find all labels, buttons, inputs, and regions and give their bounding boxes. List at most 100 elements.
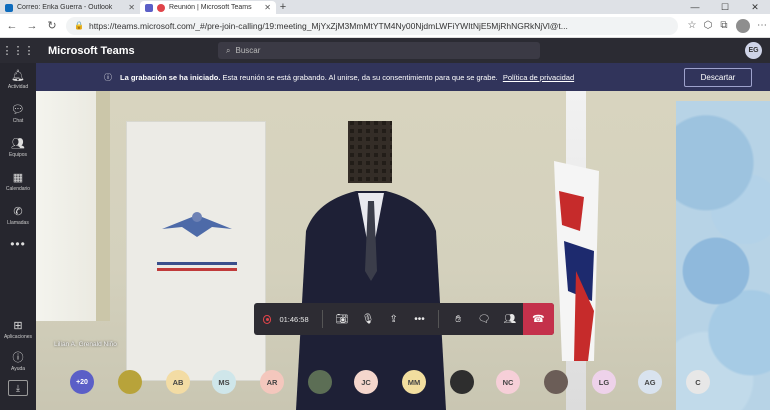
teams-icon: 👥︎: [11, 138, 25, 150]
rail-label: Aplicaciones: [3, 334, 33, 340]
privacy-link[interactable]: Política de privacidad: [503, 73, 574, 82]
info-icon: ⓘ: [104, 72, 112, 82]
more-apps-button[interactable]: •••: [0, 233, 36, 255]
camera-off-icon[interactable]: 📷︎: [329, 305, 355, 333]
back-icon[interactable]: ←: [4, 20, 20, 32]
search-placeholder: Buscar: [235, 46, 261, 55]
rail-label: Ayuda: [10, 366, 26, 372]
eagle-emblem-icon: [162, 212, 232, 237]
chat-panel-icon[interactable]: 🗨︎: [471, 305, 497, 333]
rail-item-llamadas[interactable]: ✆ Llamadas: [0, 199, 36, 233]
reload-icon[interactable]: ↻: [44, 19, 60, 32]
minimize-icon[interactable]: —: [680, 0, 710, 14]
search-icon: ⌕: [226, 45, 231, 55]
banner-stripe-red: [157, 268, 237, 271]
phone-icon: ✆: [13, 206, 23, 218]
app-rail: 🔔︎ Actividad 💬︎ Chat 👥︎ Equipos ▦ Calend…: [0, 63, 36, 410]
institution-banner: [126, 121, 266, 381]
address-bar: ← → ↻ 🔒 https://teams.microsoft.com/_#/p…: [0, 14, 770, 38]
collections-icon[interactable]: ⧉: [716, 20, 732, 31]
participant-avatar[interactable]: AB: [166, 370, 190, 394]
url-input[interactable]: 🔒 https://teams.microsoft.com/_#/pre-joi…: [66, 16, 678, 35]
participant-avatar[interactable]: AR: [260, 370, 284, 394]
raise-hand-icon[interactable]: ✋︎: [445, 305, 471, 333]
more-participants-badge[interactable]: +20: [70, 370, 94, 394]
lock-icon: 🔒: [74, 21, 84, 30]
participant-name-caption: Lilian A. Grenald Niño: [54, 341, 117, 348]
close-tab-icon[interactable]: ✕: [264, 3, 271, 12]
participant-avatar[interactable]: MM: [402, 370, 426, 394]
apps-icon: ⊞: [13, 320, 23, 332]
participants-strip: +20 AB MS AR JC MM NC LG AG C: [36, 364, 770, 402]
url-text: https://teams.microsoft.com/_#/pre-join-…: [88, 20, 568, 31]
rail-item-chat[interactable]: 💬︎ Chat: [0, 97, 36, 131]
download-app-icon[interactable]: ⤓: [8, 380, 28, 396]
participant-avatar[interactable]: NC: [496, 370, 520, 394]
rail-item-calendario[interactable]: ▦ Calendario: [0, 165, 36, 199]
rail-item-ayuda[interactable]: ⓘ Ayuda: [0, 345, 36, 379]
divider: [438, 310, 440, 328]
participants-icon[interactable]: 👥︎: [497, 305, 523, 333]
window-frame: [96, 91, 110, 321]
rail-label: Equipos: [8, 152, 28, 158]
participant-avatar[interactable]: AG: [638, 370, 662, 394]
new-tab-button[interactable]: +: [276, 1, 290, 14]
participant-avatar[interactable]: [118, 370, 142, 394]
participant-avatar[interactable]: MS: [212, 370, 236, 394]
more-actions-icon[interactable]: •••: [407, 305, 433, 333]
participant-avatar[interactable]: [450, 370, 474, 394]
share-screen-icon[interactable]: ⇪: [381, 305, 407, 333]
video-stage: Lilian A. Grenald Niño: [36, 91, 770, 410]
panama-flag: [554, 161, 599, 361]
extension-icon[interactable]: ⬡: [700, 20, 716, 31]
rail-label: Calendario: [5, 186, 31, 192]
browser-tab-teams[interactable]: Reunión | Microsoft Teams ✕: [140, 1, 276, 14]
teams-favicon-icon: [145, 3, 153, 12]
participant-avatar[interactable]: JC: [354, 370, 378, 394]
search-input[interactable]: ⌕ Buscar: [218, 42, 540, 59]
menu-dots-icon[interactable]: ⋯: [754, 20, 770, 31]
call-timer: 01:46:58: [279, 314, 309, 324]
tab-title: Correo: Erika Guerra - Outlook: [17, 4, 113, 11]
app-title: Microsoft Teams: [48, 44, 135, 57]
divider: [322, 310, 324, 328]
mic-off-icon[interactable]: 🎙︎: [355, 305, 381, 333]
dismiss-button[interactable]: Descartar: [684, 67, 752, 87]
participant-avatar[interactable]: C: [686, 370, 710, 394]
maximize-icon[interactable]: ☐: [710, 0, 740, 14]
recording-notice-banner: ⓘ La grabación se ha iniciado. Esta reun…: [36, 63, 770, 91]
outlook-icon: [5, 3, 13, 12]
rail-item-equipos[interactable]: 👥︎ Equipos: [0, 131, 36, 165]
user-avatar[interactable]: EG: [745, 42, 762, 59]
chat-icon: 💬︎: [11, 104, 25, 116]
calendar-icon: ▦: [12, 172, 24, 184]
rail-label: Llamadas: [7, 220, 29, 226]
participant-avatar[interactable]: LG: [592, 370, 616, 394]
rail-item-actividad[interactable]: 🔔︎ Actividad: [0, 63, 36, 97]
browser-tab-outlook[interactable]: Correo: Erika Guerra - Outlook ✕: [0, 1, 140, 14]
call-controls-bar: 01:46:58 📷︎ 🎙︎ ⇪ ••• ✋︎ 🗨︎ 👥︎ ☎︎: [254, 303, 555, 335]
recording-icon: [263, 314, 272, 324]
star-icon[interactable]: ☆: [684, 20, 700, 31]
hang-up-button[interactable]: ☎︎: [522, 303, 555, 335]
notice-text: La grabación se ha iniciado. Esta reunió…: [120, 73, 574, 82]
browser-profile-avatar[interactable]: [736, 18, 750, 33]
app-launcher-icon[interactable]: ⋮⋮⋮: [0, 44, 36, 57]
forward-icon[interactable]: →: [24, 20, 40, 32]
close-tab-icon[interactable]: ✕: [128, 3, 135, 12]
notice-message: Esta reunión se está grabando. Al unirse…: [222, 72, 498, 82]
tab-title: Reunión | Microsoft Teams: [169, 4, 252, 11]
rail-label: Chat: [12, 118, 24, 124]
close-window-icon[interactable]: ✕: [740, 0, 770, 14]
recording-indicator-icon: [157, 3, 165, 12]
participant-avatar[interactable]: [544, 370, 568, 394]
rail-label: Actividad: [7, 84, 29, 90]
bell-icon: 🔔︎: [11, 70, 25, 82]
rail-item-aplicaciones[interactable]: ⊞ Aplicaciones: [0, 313, 36, 347]
teams-header: ⋮⋮⋮ Microsoft Teams ⌕ Buscar EG: [0, 38, 770, 63]
participant-avatar[interactable]: [308, 370, 332, 394]
browser-tab-bar: Correo: Erika Guerra - Outlook ✕ Reunión…: [0, 0, 770, 14]
notice-bold: La grabación se ha iniciado.: [120, 72, 221, 82]
window-controls: — ☐ ✕: [680, 0, 770, 14]
help-icon: ⓘ: [12, 352, 24, 364]
